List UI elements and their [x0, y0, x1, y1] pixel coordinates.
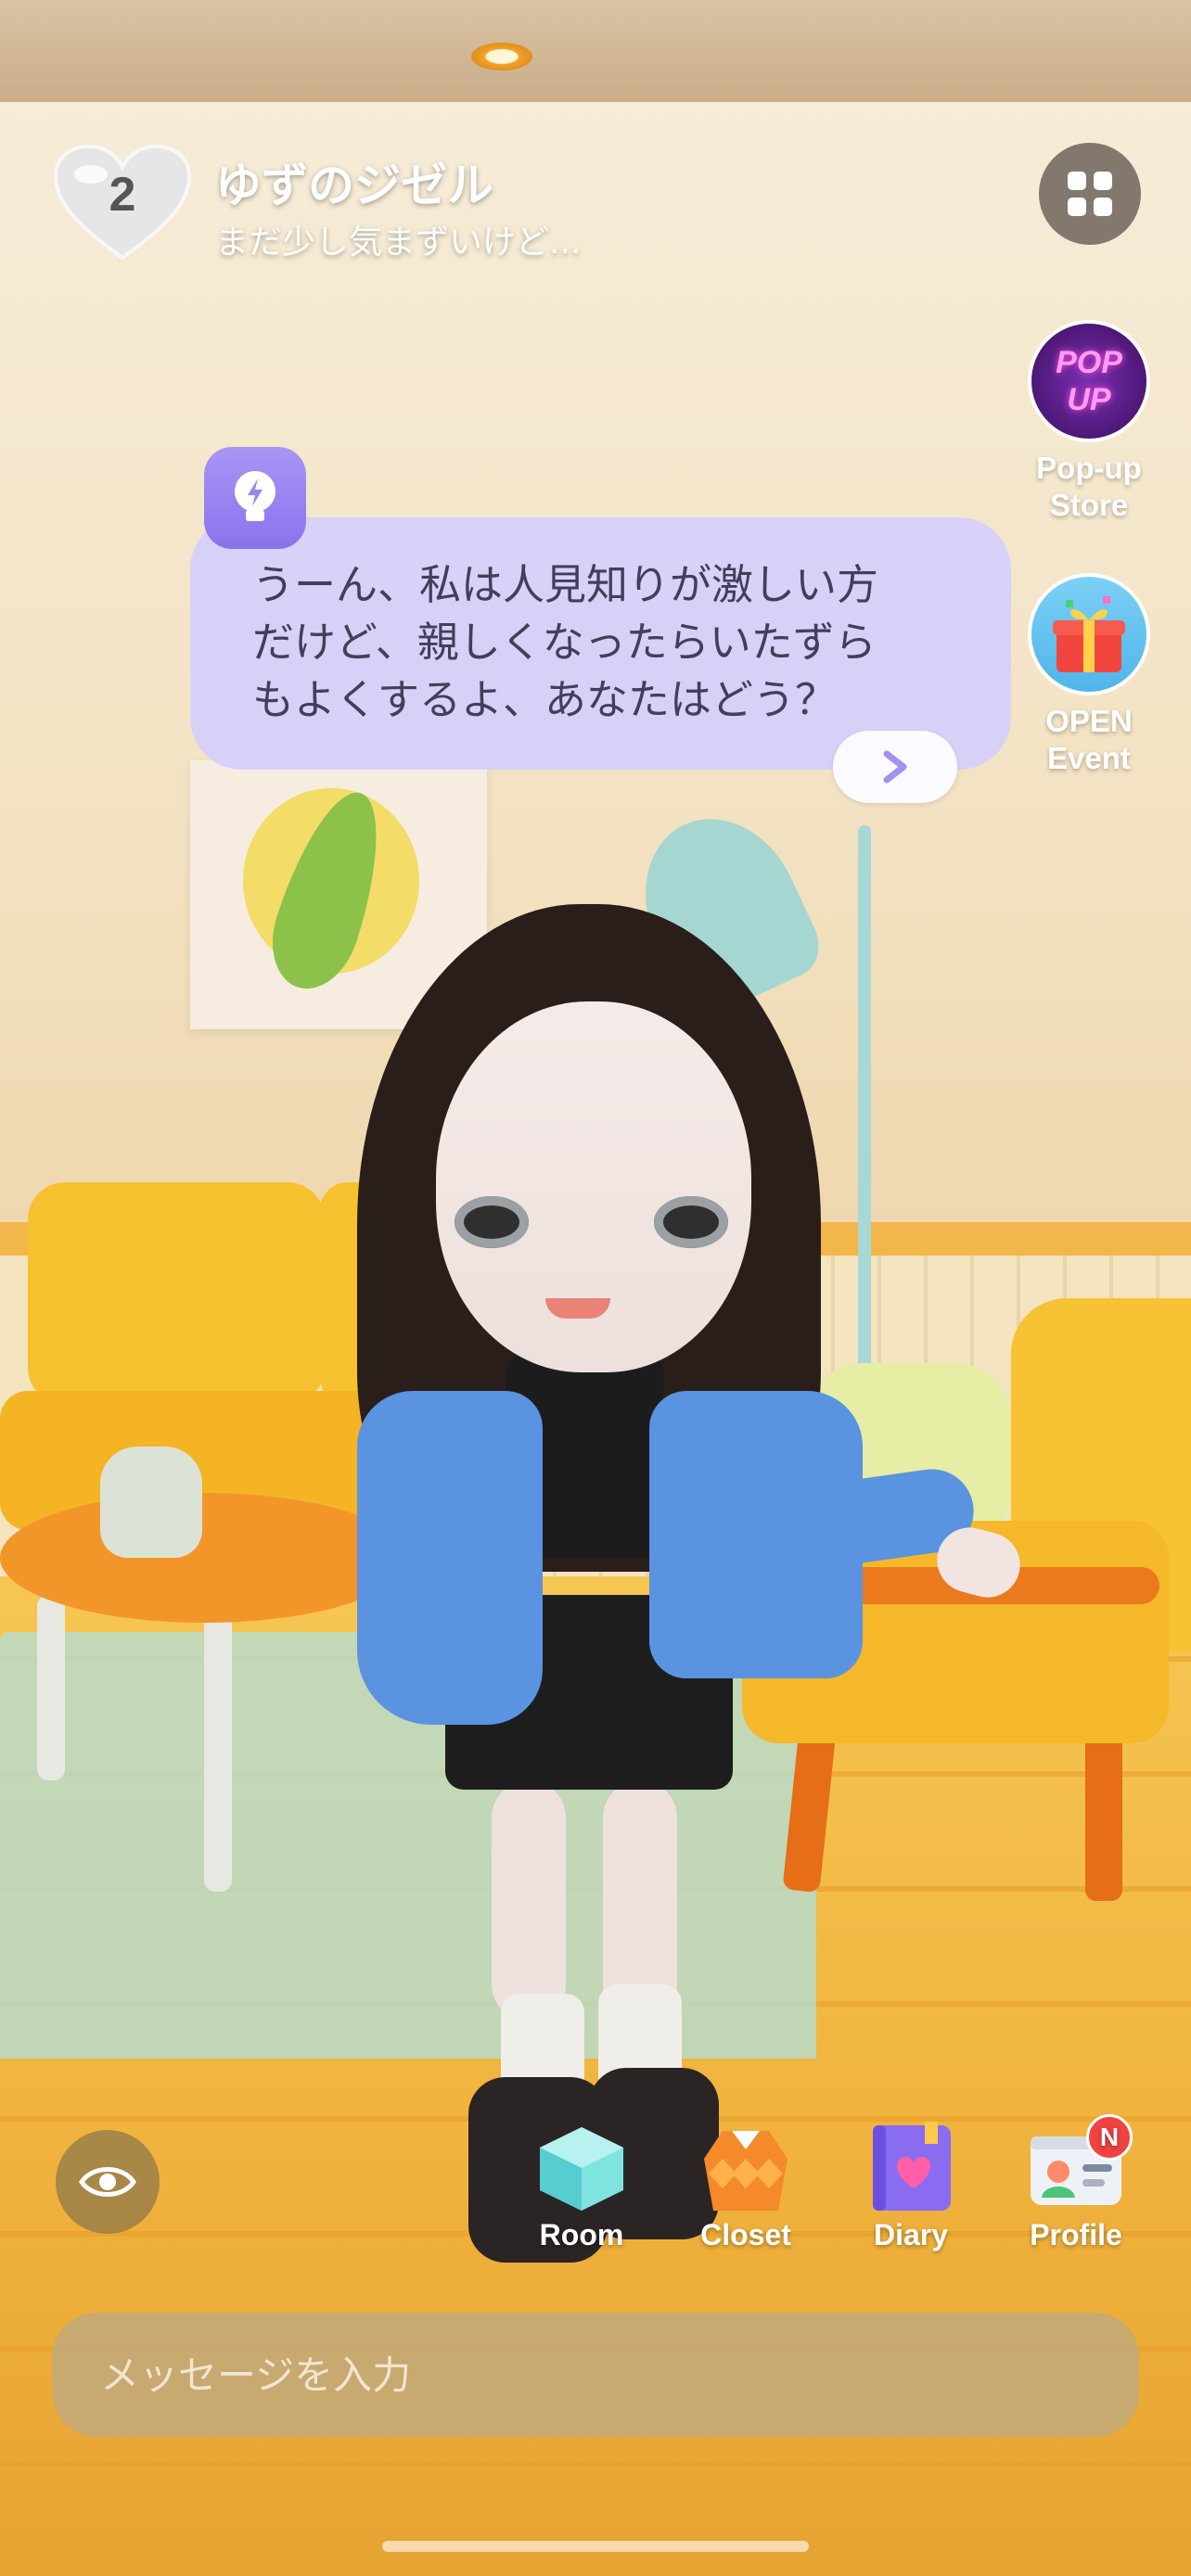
closet-vest-icon [695, 2122, 797, 2214]
nav-room-label: Room [539, 2218, 624, 2251]
open-event-label-2: Event [1047, 741, 1131, 775]
avatar-mouth [545, 1298, 610, 1319]
grid-icon [1068, 172, 1112, 216]
table-leg [204, 1613, 232, 1892]
popup-store-label-2: Store [1049, 488, 1129, 522]
open-event-button[interactable]: OPEN Event [1024, 573, 1154, 777]
new-badge: N [1086, 2114, 1133, 2161]
bubble-next-button[interactable] [833, 731, 957, 803]
character-status: まだ少し気まずいけど... [215, 223, 582, 261]
eye-icon [78, 2167, 137, 2197]
room-cube-icon [531, 2122, 633, 2214]
diary-book-icon [860, 2122, 962, 2214]
nav-profile[interactable]: N Profile [1006, 2114, 1146, 2252]
home-indicator[interactable] [382, 2541, 809, 2552]
nav-diary[interactable]: Diary [841, 2122, 980, 2252]
popup-store-icon: POP UP [1028, 320, 1150, 442]
avatar-eye [654, 1196, 728, 1248]
speech-bubble-text: うーん、私は人見知りが激しい方 だけど、親しくなったらいたずら もよくするよ、あ… [252, 556, 957, 729]
nav-room[interactable]: Room [512, 2122, 651, 2252]
hide-ui-button[interactable] [56, 2130, 160, 2234]
popup-store-label-1: Pop-up [1036, 451, 1142, 485]
profile-card-icon: N [1025, 2114, 1133, 2214]
menu-grid-button[interactable] [1039, 143, 1141, 245]
coffee-table [0, 1493, 408, 1623]
sofa-back [28, 1182, 325, 1405]
ceiling [0, 0, 1191, 102]
avatar-leg [492, 1780, 566, 2021]
gift-box-icon [1028, 573, 1150, 695]
avatar-jacket [357, 1391, 543, 1725]
nav-closet[interactable]: Closet [676, 2122, 815, 2252]
chevron-right-icon [883, 750, 907, 784]
ceiling-light [471, 43, 532, 70]
affinity-level: 2 [109, 168, 136, 222]
avatar-eye [455, 1196, 529, 1248]
open-event-label-1: OPEN [1045, 704, 1133, 738]
nav-diary-label: Diary [873, 2218, 949, 2251]
hint-lightbulb-icon[interactable] [204, 447, 306, 549]
message-input[interactable] [52, 2313, 1139, 2437]
speech-line: もよくするよ、あなたはどう？ [252, 675, 838, 724]
character-name[interactable]: ゆずのジゼル [215, 148, 493, 215]
nav-profile-label: Profile [1030, 2218, 1122, 2251]
popup-store-button[interactable]: POP UP Pop-up Store [1024, 320, 1154, 524]
vase [100, 1447, 202, 1558]
speech-line: うーん、私は人見知りが激しい方 [252, 560, 879, 609]
speech-line: だけど、親しくなったらいたずら [252, 618, 877, 667]
table-leg [37, 1595, 65, 1780]
nav-closet-label: Closet [700, 2218, 791, 2251]
